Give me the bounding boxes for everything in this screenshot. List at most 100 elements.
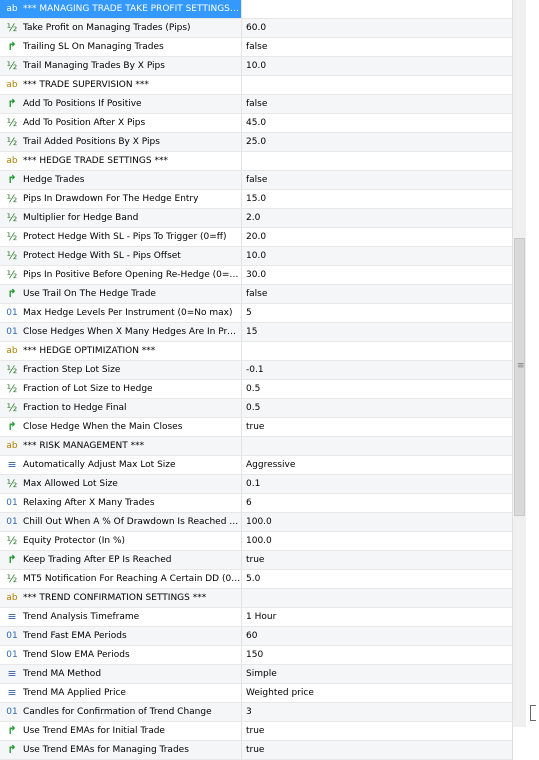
- property-row[interactable]: ½ Max Allowed Lot Size 0.1: [0, 475, 512, 494]
- property-row[interactable]: ab *** HEDGE TRADE SETTINGS ***: [0, 152, 512, 171]
- property-row[interactable]: ab *** TREND CONFIRMATION SETTINGS ***: [0, 589, 512, 608]
- property-row[interactable]: ↱ Use Trend EMAs for Managing Trades true: [0, 741, 512, 760]
- property-value[interactable]: [242, 342, 512, 360]
- property-row[interactable]: ½ Fraction of Lot Size to Hedge 0.5: [0, 380, 512, 399]
- property-row[interactable]: ↱ Add To Positions If Positive false: [0, 95, 512, 114]
- property-name-cell[interactable]: 01 Candles for Confirmation of Trend Chan…: [0, 703, 242, 721]
- property-name-cell[interactable]: ab *** MANAGING TRADE TAKE PROFIT SETTING…: [0, 0, 242, 18]
- property-row[interactable]: ≡ Trend MA Method Simple: [0, 665, 512, 684]
- property-name-cell[interactable]: ≡ Trend Analysis Timeframe: [0, 608, 242, 626]
- property-row[interactable]: 01 Trend Fast EMA Periods 60: [0, 627, 512, 646]
- property-row[interactable]: ≡ Automatically Adjust Max Lot Size Aggres…: [0, 456, 512, 475]
- property-value[interactable]: 5.0: [242, 570, 512, 588]
- property-row[interactable]: ½ Multiplier for Hedge Band 2.0: [0, 209, 512, 228]
- property-row[interactable]: ↱ Hedge Trades false: [0, 171, 512, 190]
- property-value[interactable]: 1 Hour: [242, 608, 512, 626]
- property-value[interactable]: 60.0: [242, 19, 512, 37]
- property-value[interactable]: 10.0: [242, 57, 512, 75]
- property-name-cell[interactable]: ab *** RISK MANAGEMENT ***: [0, 437, 242, 455]
- property-value[interactable]: 5: [242, 304, 512, 322]
- property-row[interactable]: 01 Relaxing After X Many Trades 6: [0, 494, 512, 513]
- property-name-cell[interactable]: ½ Fraction to Hedge Final: [0, 399, 242, 417]
- property-name-cell[interactable]: ½ MT5 Notification For Reaching A Certain…: [0, 570, 242, 588]
- property-name-cell[interactable]: ½ Trail Added Positions By X Pips: [0, 133, 242, 151]
- property-name-cell[interactable]: ↱ Use Trend EMAs for Initial Trade: [0, 722, 242, 740]
- property-value[interactable]: false: [242, 171, 512, 189]
- property-name-cell[interactable]: ab *** HEDGE OPTIMIZATION ***: [0, 342, 242, 360]
- property-value[interactable]: 3: [242, 703, 512, 721]
- property-row[interactable]: 01 Candles for Confirmation of Trend Chan…: [0, 703, 512, 722]
- property-value[interactable]: false: [242, 285, 512, 303]
- property-value[interactable]: [242, 437, 512, 455]
- property-row[interactable]: ½ Equity Protector (In %) 100.0: [0, 532, 512, 551]
- property-row[interactable]: ½ Protect Hedge With SL - Pips To Trigger…: [0, 228, 512, 247]
- property-value[interactable]: 100.0: [242, 532, 512, 550]
- property-name-cell[interactable]: ½ Max Allowed Lot Size: [0, 475, 242, 493]
- property-value[interactable]: true: [242, 551, 512, 569]
- property-name-cell[interactable]: 01 Relaxing After X Many Trades: [0, 494, 242, 512]
- property-name-cell[interactable]: ≡ Trend MA Method: [0, 665, 242, 683]
- property-value[interactable]: 15: [242, 323, 512, 341]
- property-row[interactable]: ½ Pips In Positive Before Opening Re-Hedg…: [0, 266, 512, 285]
- property-row[interactable]: ½ Trail Managing Trades By X Pips 10.0: [0, 57, 512, 76]
- scrollbar-thumb[interactable]: ≡: [514, 238, 525, 516]
- property-name-cell[interactable]: ab *** TREND CONFIRMATION SETTINGS ***: [0, 589, 242, 607]
- property-name-cell[interactable]: ½ Fraction Step Lot Size: [0, 361, 242, 379]
- property-row[interactable]: ab *** RISK MANAGEMENT ***: [0, 437, 512, 456]
- property-value[interactable]: 25.0: [242, 133, 512, 151]
- vertical-scrollbar[interactable]: ≡: [512, 0, 526, 727]
- property-row[interactable]: 01 Trend Slow EMA Periods 150: [0, 646, 512, 665]
- property-value[interactable]: Aggressive: [242, 456, 512, 474]
- property-value[interactable]: 2.0: [242, 209, 512, 227]
- property-name-cell[interactable]: ½ Protect Hedge With SL - Pips Offset: [0, 247, 242, 265]
- property-name-cell[interactable]: ½ Equity Protector (In %): [0, 532, 242, 550]
- property-value[interactable]: [242, 76, 512, 94]
- property-row[interactable]: ab *** HEDGE OPTIMIZATION ***: [0, 342, 512, 361]
- property-row[interactable]: ½ Take Profit on Managing Trades (Pips) 60…: [0, 19, 512, 38]
- property-row[interactable]: ↱ Use Trend EMAs for Initial Trade true: [0, 722, 512, 741]
- property-name-cell[interactable]: ½ Take Profit on Managing Trades (Pips): [0, 19, 242, 37]
- property-name-cell[interactable]: ≡ Automatically Adjust Max Lot Size: [0, 456, 242, 474]
- property-value[interactable]: 0.1: [242, 475, 512, 493]
- property-name-cell[interactable]: ½ Fraction of Lot Size to Hedge: [0, 380, 242, 398]
- property-value[interactable]: 0.5: [242, 399, 512, 417]
- property-value[interactable]: 30.0: [242, 266, 512, 284]
- property-value[interactable]: Weighted price: [242, 684, 512, 702]
- property-value[interactable]: 6: [242, 494, 512, 512]
- property-value[interactable]: 15.0: [242, 190, 512, 208]
- property-name-cell[interactable]: ↱ Trailing SL On Managing Trades: [0, 38, 242, 56]
- property-name-cell[interactable]: ↱ Close Hedge When the Main Closes: [0, 418, 242, 436]
- property-row[interactable]: ↱ Keep Trading After EP Is Reached true: [0, 551, 512, 570]
- property-value[interactable]: 60: [242, 627, 512, 645]
- property-row[interactable]: ab *** TRADE SUPERVISION ***: [0, 76, 512, 95]
- property-value[interactable]: [242, 152, 512, 170]
- property-name-cell[interactable]: ½ Add To Position After X Pips: [0, 114, 242, 132]
- property-value[interactable]: 20.0: [242, 228, 512, 246]
- property-value[interactable]: 150: [242, 646, 512, 664]
- property-name-cell[interactable]: ab *** TRADE SUPERVISION ***: [0, 76, 242, 94]
- property-value[interactable]: [242, 0, 512, 18]
- property-row[interactable]: ½ Fraction to Hedge Final 0.5: [0, 399, 512, 418]
- property-value[interactable]: 100.0: [242, 513, 512, 531]
- property-name-cell[interactable]: 01 Chill Out When A % Of Drawdown Is Reac…: [0, 513, 242, 531]
- property-name-cell[interactable]: 01 Max Hedge Levels Per Instrument (0=No …: [0, 304, 242, 322]
- property-value[interactable]: true: [242, 722, 512, 740]
- property-name-cell[interactable]: ½ Pips In Drawdown For The Hedge Entry: [0, 190, 242, 208]
- property-row[interactable]: ↱ Trailing SL On Managing Trades false: [0, 38, 512, 57]
- property-value[interactable]: true: [242, 741, 512, 759]
- property-row[interactable]: 01 Close Hedges When X Many Hedges Are In…: [0, 323, 512, 342]
- property-value[interactable]: false: [242, 95, 512, 113]
- property-name-cell[interactable]: ↱ Keep Trading After EP Is Reached: [0, 551, 242, 569]
- property-name-cell[interactable]: 01 Trend Slow EMA Periods: [0, 646, 242, 664]
- property-row[interactable]: ½ Add To Position After X Pips 45.0: [0, 114, 512, 133]
- property-name-cell[interactable]: ½ Multiplier for Hedge Band: [0, 209, 242, 227]
- property-name-cell[interactable]: ab *** HEDGE TRADE SETTINGS ***: [0, 152, 242, 170]
- property-name-cell[interactable]: ½ Trail Managing Trades By X Pips: [0, 57, 242, 75]
- property-row[interactable]: ½ Pips In Drawdown For The Hedge Entry 15.…: [0, 190, 512, 209]
- property-row[interactable]: ½ Trail Added Positions By X Pips 25.0: [0, 133, 512, 152]
- property-row[interactable]: 01 Chill Out When A % Of Drawdown Is Reac…: [0, 513, 512, 532]
- property-value[interactable]: -0.1: [242, 361, 512, 379]
- property-row[interactable]: ½ Protect Hedge With SL - Pips Offset 10.0: [0, 247, 512, 266]
- property-name-cell[interactable]: ↱ Use Trail On The Hedge Trade: [0, 285, 242, 303]
- property-value[interactable]: 10.0: [242, 247, 512, 265]
